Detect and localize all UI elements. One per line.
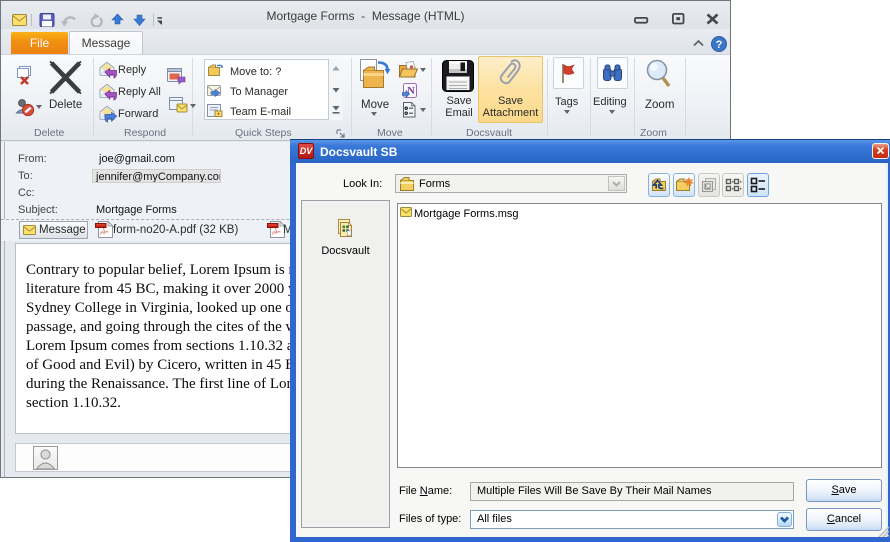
svg-text:?: ? bbox=[716, 39, 723, 51]
